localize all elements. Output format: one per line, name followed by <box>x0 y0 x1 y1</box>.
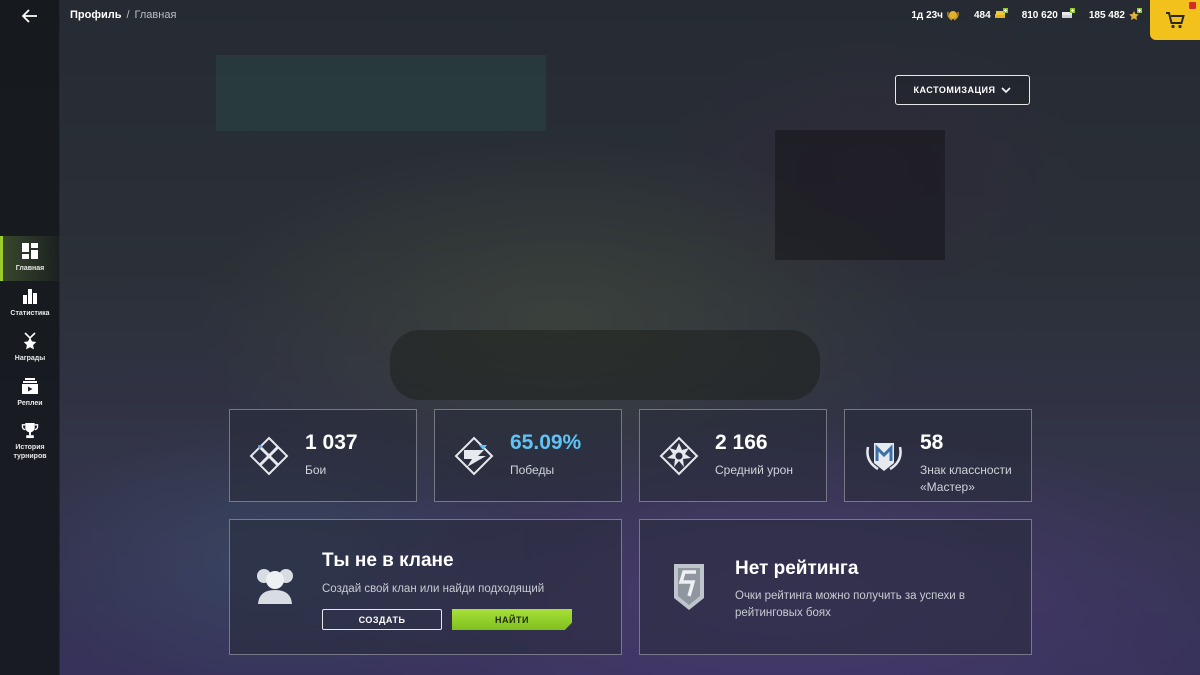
find-clan-button[interactable]: НАЙТИ <box>452 609 572 630</box>
cart-icon <box>1166 12 1185 29</box>
avg-damage-label: Средний урон <box>715 463 793 477</box>
chevron-down-icon <box>1001 86 1012 93</box>
free-xp-icon <box>1129 8 1142 20</box>
clan-card: Ты не в клане Создай свой клан или найди… <box>229 519 622 655</box>
sidebar-item-label: Награды <box>14 355 46 362</box>
sidebar-item-replays[interactable]: Реплеи <box>0 371 60 416</box>
sidebar-item-label: История турниров <box>13 444 47 460</box>
clan-title: Ты не в клане <box>322 550 454 571</box>
cart-badge <box>1189 2 1196 9</box>
sidebar-item-statistics[interactable]: Статистика <box>0 281 60 326</box>
free-xp-balance[interactable]: 185 482 <box>1089 8 1142 22</box>
bar-chart-icon <box>23 289 37 304</box>
sidebar-item-label: Реплеи <box>17 400 43 407</box>
credits-icon <box>1061 8 1075 18</box>
mastery-badge-icon <box>866 443 902 471</box>
back-arrow-icon[interactable] <box>20 6 40 26</box>
free-xp-value: 185 482 <box>1088 9 1125 21</box>
sidebar-item-tournament-history[interactable]: История турниров <box>0 416 60 461</box>
sidebar-item-label: Главная <box>15 265 45 272</box>
customization-dropdown[interactable]: КАСТОМИЗАЦИЯ <box>895 75 1030 105</box>
grid-icon <box>22 243 38 259</box>
avg-damage-value: 2 166 <box>715 431 768 454</box>
clan-group-icon <box>257 569 293 604</box>
sidebar-item-label: Статистика <box>10 310 50 317</box>
victories-icon <box>454 436 494 476</box>
gold-balance[interactable]: 484 <box>974 8 1008 22</box>
trophy-icon <box>21 422 39 439</box>
rating-description: Очки рейтинга можно получить за успехи в… <box>735 590 965 619</box>
star-medal-icon <box>23 332 37 350</box>
create-clan-button[interactable]: СОЗДАТЬ <box>322 609 442 630</box>
credits-value: 810 620 <box>1021 9 1058 21</box>
rating-shield-icon <box>674 564 704 610</box>
stat-card-victories: 65.09% Победы <box>434 409 622 502</box>
breadcrumb-separator: / <box>126 9 130 21</box>
battles-icon <box>249 436 289 476</box>
battles-label: Бои <box>305 463 327 477</box>
premium-laurel-icon <box>947 11 959 21</box>
victories-value: 65.09% <box>510 431 582 454</box>
sidebar-nav: Главная Статистика Награды Реплеи Истори… <box>0 236 60 461</box>
rating-card: Нет рейтинга Очки рейтинга можно получит… <box>639 519 1032 655</box>
breadcrumb-profile[interactable]: Профиль <box>70 9 121 21</box>
background-tank <box>390 330 820 400</box>
mastery-value: 58 <box>920 431 944 454</box>
rating-title: Нет рейтинга <box>735 558 859 579</box>
victories-label: Победы <box>510 463 555 477</box>
breadcrumb-current: Главная <box>134 9 177 21</box>
stat-card-mastery: 58 Знак классности «Мастер» <box>844 409 1032 502</box>
premium-time-value: 1д 23ч <box>911 9 943 21</box>
breadcrumb: Профиль / Главная <box>70 9 176 21</box>
battles-value: 1 037 <box>305 431 358 454</box>
stat-card-avg-damage: 2 166 Средний урон <box>639 409 827 502</box>
mastery-label: Знак классности «Мастер» <box>920 463 1012 494</box>
stat-card-battles: 1 037 Бои <box>229 409 417 502</box>
sidebar-item-awards[interactable]: Награды <box>0 326 60 371</box>
credits-balance[interactable]: 810 620 <box>1022 8 1075 22</box>
gold-icon <box>994 8 1008 18</box>
damage-icon <box>659 436 699 476</box>
currency-bar: 1д 23ч 484 810 620 185 482 <box>911 8 1142 22</box>
customization-label: КАСТОМИЗАЦИЯ <box>913 85 996 95</box>
background-panel <box>216 55 546 131</box>
premium-time[interactable]: 1д 23ч <box>911 8 960 22</box>
sidebar: Главная Статистика Награды Реплеи Истори… <box>0 0 60 675</box>
clan-description: Создай свой клан или найди подходящий <box>322 583 545 595</box>
background-shadow <box>775 130 945 260</box>
gold-value: 484 <box>974 9 991 21</box>
shop-cart-button[interactable] <box>1150 0 1200 40</box>
sidebar-item-main[interactable]: Главная <box>0 236 60 281</box>
replay-icon <box>22 378 38 394</box>
